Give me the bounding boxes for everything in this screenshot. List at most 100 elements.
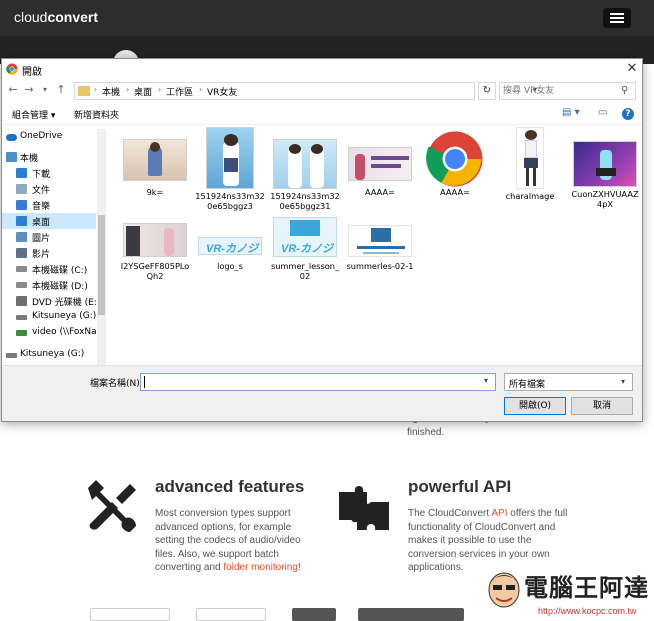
image-thumbnail <box>516 127 544 189</box>
usb-drive-icon <box>6 353 17 358</box>
filename-field[interactable]: ▾ <box>140 373 496 391</box>
forward-arrow-icon[interactable]: → <box>22 83 36 96</box>
site-header: cloudconvert <box>0 0 654 36</box>
video-icon <box>16 248 27 258</box>
music-icon <box>16 200 27 210</box>
nav-item-label: 圖片 <box>32 234 51 244</box>
nav-item-this-pc[interactable]: 本機 <box>2 149 96 165</box>
nav-item-usb-g-root[interactable]: Kitsuneya (G:) <box>2 347 96 363</box>
mascot-face-icon <box>488 572 520 608</box>
new-folder-button[interactable]: 新增資料夾 <box>74 108 119 121</box>
share-button[interactable] <box>90 608 170 621</box>
chrome-icon <box>426 131 483 187</box>
preview-pane-icon[interactable]: ▭ <box>598 107 607 118</box>
dialog-footer: 檔案名稱(N): ▾ 所有檔案 ▾ 開啟(O) 取消 <box>2 365 642 421</box>
breadcrumb-item[interactable]: 本機 <box>102 85 120 98</box>
nav-scrollbar[interactable] <box>97 129 106 365</box>
logo-bold-text: convert <box>47 9 99 25</box>
file-open-dialog: 開啟 ✕ ← → ▾ ↑ › 本機 › 桌面 › 工作區 › VR女友 ▾ ↻ … <box>1 58 643 422</box>
share-button[interactable] <box>196 608 266 621</box>
image-thumbnail <box>348 147 412 181</box>
file-name: CuonZXHVUAAZ4pX <box>571 189 639 209</box>
nav-item-onedrive[interactable]: OneDrive <box>2 129 96 145</box>
nav-item-drive-d[interactable]: 本機磁碟 (D:) <box>2 277 96 293</box>
folder-icon <box>78 86 90 96</box>
drive-icon <box>16 266 27 272</box>
up-arrow-icon[interactable]: ↑ <box>54 83 68 96</box>
file-name: 9k= <box>146 187 164 197</box>
file-name: AAAA= <box>365 187 395 197</box>
organize-button[interactable]: 組合管理 ▾ <box>12 108 55 121</box>
pictures-icon <box>16 232 27 242</box>
chevron-down-icon[interactable]: ▾ <box>484 376 488 385</box>
refresh-icon[interactable]: ↻ <box>478 82 496 100</box>
cancel-button[interactable]: 取消 <box>571 397 633 415</box>
nav-item-network-video[interactable]: video (\\FoxNa <box>2 325 97 341</box>
api-link[interactable]: API <box>491 508 507 519</box>
nav-item-documents[interactable]: 文件 <box>2 181 96 197</box>
address-bar[interactable]: › 本機 › 桌面 › 工作區 › VR女友 ▾ <box>74 82 537 100</box>
watermark-title: 電腦王阿達 <box>524 574 649 602</box>
recent-dropdown-icon[interactable]: ▾ <box>38 85 52 94</box>
nav-item-label: 文件 <box>32 186 51 196</box>
folder-monitoring-link[interactable]: folder monitoring <box>223 562 297 573</box>
nav-item-label: video (\\FoxNa <box>32 327 97 337</box>
cloud-icon <box>6 134 17 141</box>
nav-item-downloads[interactable]: 下載 <box>2 165 96 181</box>
chevron-right-icon: › <box>199 85 203 94</box>
nav-item-label: 下載 <box>32 170 51 180</box>
file-type-select[interactable]: 所有檔案 ▾ <box>504 373 633 391</box>
tweet-button[interactable] <box>292 608 336 621</box>
dvd-icon <box>16 296 27 306</box>
site-logo[interactable]: cloudconvert <box>14 9 98 25</box>
feature-text: The CloudConvert <box>408 508 492 519</box>
nav-item-pictures[interactable]: 圖片 <box>2 229 96 245</box>
search-icon[interactable]: ⚲ <box>621 85 628 96</box>
nav-item-desktop[interactable]: 桌面 <box>2 213 96 229</box>
logo-light-text: cloud <box>14 9 48 25</box>
follow-button[interactable] <box>358 608 464 621</box>
breadcrumb-item[interactable]: VR女友 <box>207 85 237 98</box>
nav-item-label: 本機磁碟 (C:) <box>32 266 88 276</box>
desktop-icon <box>16 216 27 226</box>
image-thumbnail: VR-カノジョ <box>198 237 262 255</box>
watermark: 電腦王阿達 http://www.kocpc.com.tw <box>486 568 654 621</box>
file-name: AAAA= <box>440 187 470 197</box>
search-box[interactable]: ⚲ <box>499 82 636 100</box>
image-thumbnail <box>273 139 337 189</box>
file-name: charaImage <box>505 191 555 201</box>
filename-input[interactable] <box>143 375 473 389</box>
image-thumbnail <box>123 223 187 257</box>
image-thumbnail <box>206 127 254 189</box>
close-icon[interactable]: ✕ <box>624 61 640 77</box>
usb-drive-icon <box>16 315 27 320</box>
nav-item-dvd[interactable]: DVD 光碟機 (E:) <box>2 293 100 309</box>
menu-bar-icon <box>610 21 624 23</box>
file-name: I2YSGeFF805PLoQh2 <box>120 261 190 281</box>
wrench-screwdriver-icon <box>88 480 136 532</box>
open-button[interactable]: 開啟(O) <box>504 397 566 415</box>
nav-item-usb-g[interactable]: Kitsuneya (G:) <box>2 309 96 325</box>
document-icon <box>16 184 27 194</box>
hamburger-menu-button[interactable] <box>603 8 631 28</box>
nav-item-videos[interactable]: 影片 <box>2 245 96 261</box>
breadcrumb-item[interactable]: 工作區 <box>166 85 193 98</box>
breadcrumb-item[interactable]: 桌面 <box>134 85 152 98</box>
chevron-right-icon: › <box>126 85 130 94</box>
file-name: summerles-02-1 <box>346 261 414 271</box>
file-type-value: 所有檔案 <box>509 380 546 390</box>
scrollbar-thumb[interactable] <box>98 215 105 315</box>
nav-item-label: 音樂 <box>32 202 51 212</box>
view-options-icon[interactable]: ▤ ▾ <box>562 107 580 118</box>
nav-item-drive-c[interactable]: 本機磁碟 (C:) <box>2 261 96 277</box>
nav-item-label: Kitsuneya (G:) <box>20 349 85 359</box>
chevron-down-icon: ▾ <box>621 377 626 386</box>
feature-title: advanced features <box>155 477 305 496</box>
download-icon <box>16 168 27 178</box>
back-arrow-icon[interactable]: ← <box>6 83 20 96</box>
help-icon[interactable]: ? <box>622 108 634 120</box>
nav-item-music[interactable]: 音樂 <box>2 197 96 213</box>
menu-bar-icon <box>610 13 624 15</box>
search-input[interactable] <box>503 84 613 98</box>
network-drive-icon <box>16 330 27 336</box>
